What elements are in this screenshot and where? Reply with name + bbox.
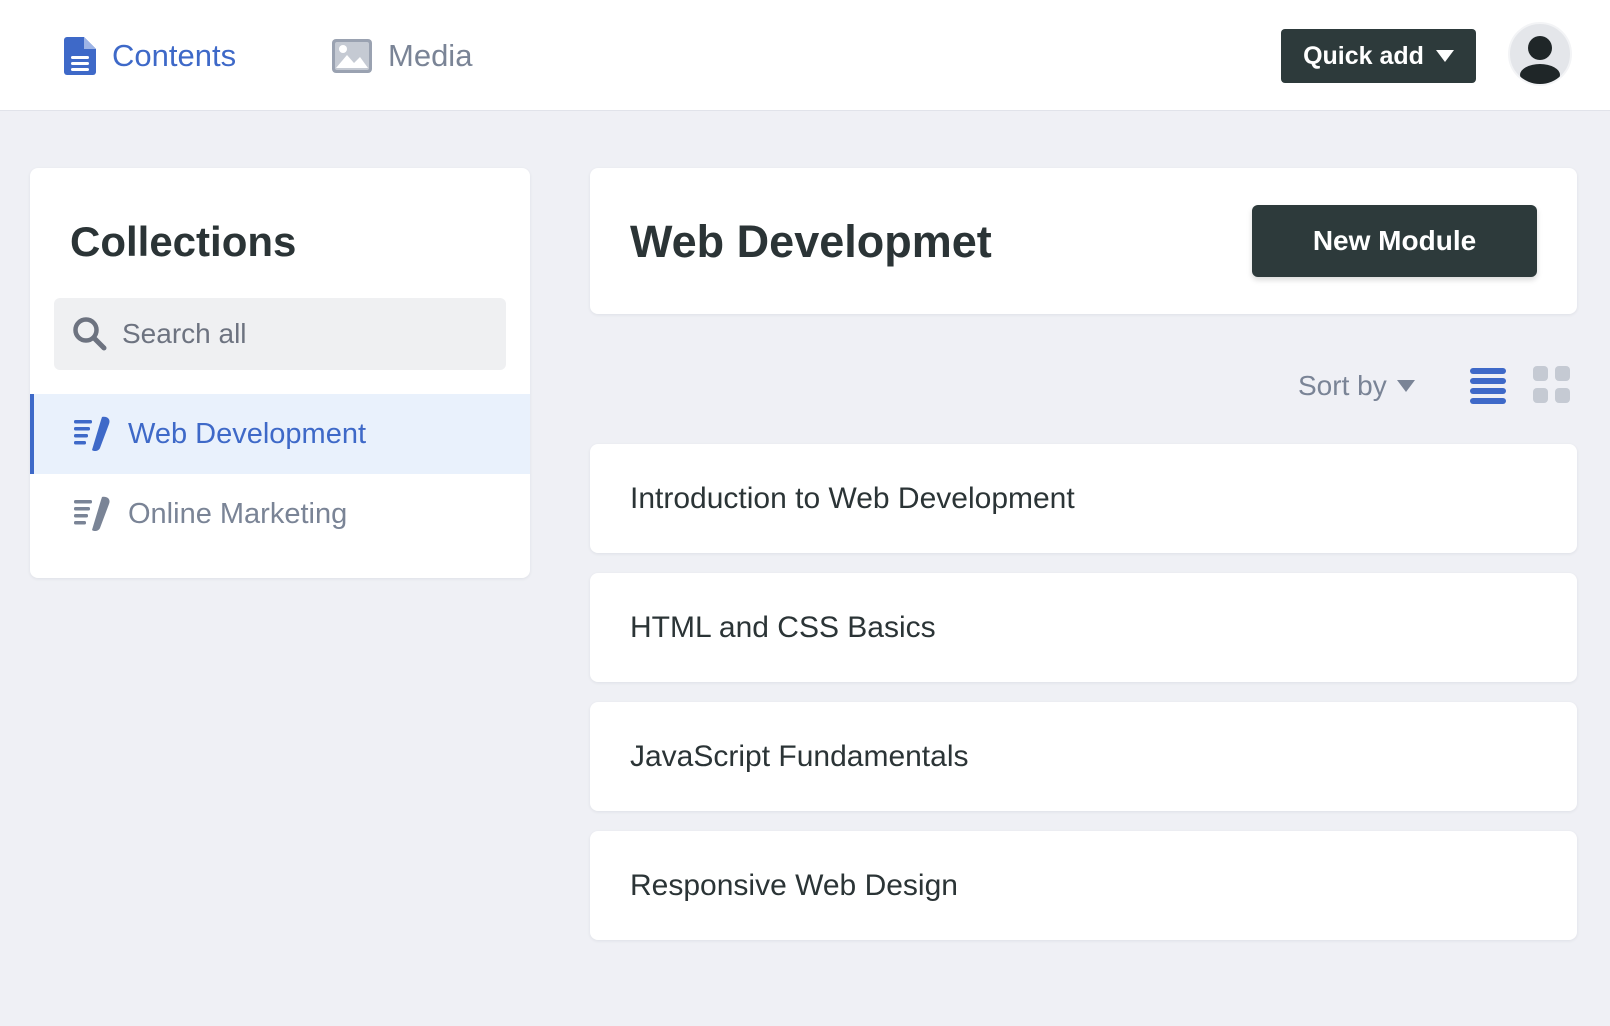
caret-down-icon [1435,50,1454,62]
collection-header: Web Developmet New Module [590,168,1577,314]
search-box[interactable] [54,298,506,370]
module-card[interactable]: JavaScript Fundamentals [590,702,1577,811]
image-icon [332,39,372,73]
nav-contents-label: Contents [112,38,237,73]
collection-item-online-marketing[interactable]: Online Marketing [30,474,530,554]
sort-by-dropdown[interactable]: Sort by [1298,366,1415,406]
sort-by-label: Sort by [1298,370,1387,401]
document-icon [64,37,96,75]
module-title: Introduction to Web Development [630,481,1075,515]
nav-media-label: Media [388,38,473,73]
quick-add-label: Quick add [1303,41,1424,70]
nav-media[interactable]: Media [332,36,472,76]
search-icon [73,317,107,351]
module-title: JavaScript Fundamentals [630,739,969,773]
search-input[interactable] [122,318,482,350]
list-view-toggle[interactable] [1470,366,1506,411]
module-title: HTML and CSS Basics [630,610,936,644]
collection-item-label: Online Marketing [128,497,348,530]
module-card[interactable]: HTML and CSS Basics [590,573,1577,682]
collection-item-label: Web Development [128,417,367,450]
module-card[interactable]: Introduction to Web Development [590,444,1577,553]
collection-icon [74,416,110,452]
list-view-icon [1470,368,1506,404]
collections-title: Collections [70,218,297,265]
module-card[interactable]: Responsive Web Design [590,831,1577,940]
avatar[interactable] [1508,22,1572,86]
quick-add-button[interactable]: Quick add [1281,29,1476,83]
user-icon [1520,36,1560,84]
page-title: Web Developmet [630,216,992,267]
new-module-button[interactable]: New Module [1252,205,1537,277]
module-title: Responsive Web Design [630,868,958,902]
collection-icon [74,496,110,532]
grid-view-toggle[interactable] [1533,366,1571,409]
caret-down-icon [1396,380,1415,392]
grid-view-icon [1533,366,1570,403]
collection-item-web-development[interactable]: Web Development [30,394,530,474]
top-bar: Contents Media Quick add [0,0,1610,111]
collections-panel: Collections Web Development Online Marke… [30,168,530,578]
nav-contents[interactable]: Contents [64,36,236,76]
